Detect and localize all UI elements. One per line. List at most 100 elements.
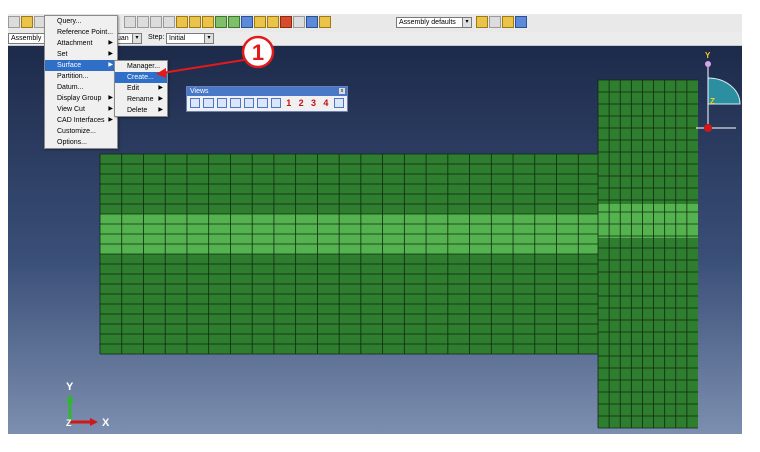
view-preset-3[interactable]: 3	[309, 98, 318, 108]
dropdown-icon[interactable]	[489, 16, 501, 28]
submenu-arrow-icon: ▶	[158, 107, 163, 113]
view-icon[interactable]	[189, 16, 201, 28]
submenu-arrow-icon: ▶	[108, 106, 113, 112]
top-view-icon[interactable]	[216, 98, 228, 108]
submenu-arrow-icon: ▶	[108, 95, 113, 101]
redo-icon[interactable]	[293, 16, 305, 28]
zoom-icon[interactable]	[163, 16, 175, 28]
tools-menu-item-partition[interactable]: Partition...	[45, 71, 117, 82]
triad-x-arrow	[90, 418, 98, 426]
menu-item-label: Surface	[57, 62, 82, 69]
render-icon[interactable]	[202, 16, 214, 28]
menu-item-label: Reference Point...	[57, 29, 114, 36]
menu-item-label: CAD Interfaces	[57, 117, 105, 124]
triad-z-label: Z	[66, 418, 72, 428]
menu-item-label: Options...	[57, 139, 87, 146]
tools-menu-item-attachment[interactable]: Attachment ▶	[45, 38, 117, 49]
assembly-icon[interactable]	[21, 16, 33, 28]
display-icon[interactable]	[267, 16, 279, 28]
tools-menu-item-options[interactable]: Options...	[45, 137, 117, 148]
rotate-icon[interactable]	[150, 16, 162, 28]
mini-triad-point-origin	[704, 124, 712, 132]
pointer-icon[interactable]	[319, 16, 331, 28]
menu-item-label: Datum...	[57, 84, 84, 91]
mini-triad-z-label: Z	[710, 97, 715, 106]
toolbar-right-icons	[124, 16, 331, 30]
tools-menu-item-reference-point[interactable]: Reference Point...	[45, 27, 117, 38]
iso-view-icon[interactable]	[270, 98, 282, 108]
layout-icon[interactable]	[502, 16, 514, 28]
info-icon[interactable]	[241, 16, 253, 28]
flange-highlight-band	[598, 204, 698, 238]
step-label: Step:	[148, 34, 165, 41]
chevron-down-icon: ▾	[132, 34, 141, 43]
mini-triad-point-top	[705, 61, 711, 67]
model-value: uan	[117, 35, 129, 42]
undo-icon[interactable]	[280, 16, 292, 28]
color-icon[interactable]	[215, 16, 227, 28]
render-style-select[interactable]: Assembly defaults ▾	[396, 17, 472, 28]
menu-item-label: Attachment	[57, 40, 93, 47]
views-title: Views	[190, 88, 209, 95]
submenu-arrow-icon: ▶	[158, 85, 163, 91]
tools-menu-item-datum[interactable]: Datum...	[45, 82, 117, 93]
menu-item-label: Delete	[127, 107, 148, 114]
tools-menu-item-query[interactable]: Query...	[45, 16, 117, 27]
menu-item-label: Customize...	[57, 128, 96, 135]
surface-menu-item-create[interactable]: Create...	[115, 72, 167, 83]
left-view-icon[interactable]	[243, 98, 255, 108]
toolbar-left-icons	[8, 16, 46, 30]
menu-item-label: View Cut	[57, 106, 85, 113]
module-icon[interactable]	[8, 16, 20, 28]
surface-menu-item-edit[interactable]: Edit ▶	[115, 83, 167, 94]
translucency-icon[interactable]	[254, 16, 266, 28]
tools-menu: Query... Reference Point... Attachment ▶ Set…	[44, 15, 118, 149]
submenu-arrow-icon: ▶	[158, 96, 163, 102]
menu-item-label: Query...	[57, 18, 82, 25]
csys-icon[interactable]	[306, 16, 318, 28]
menu-item-label: Create...	[127, 74, 154, 81]
pan-icon[interactable]	[137, 16, 149, 28]
menu-item-label: Display Group	[57, 95, 102, 102]
tools-menu-item-surface[interactable]: Surface ▶	[45, 60, 117, 71]
chevron-down-icon: ▾	[204, 34, 213, 43]
module-value: Assembly	[11, 35, 42, 42]
triad-y-label: Y	[66, 381, 74, 393]
views-toolbar: Views x 1234	[186, 86, 348, 112]
tools-menu-item-display-group[interactable]: Display Group ▶	[45, 93, 117, 104]
submenu-arrow-icon: ▶	[108, 117, 113, 123]
right-view-icon[interactable]	[257, 98, 268, 108]
color-code-icon[interactable]	[476, 16, 488, 28]
submenu-arrow-icon: ▶	[108, 51, 113, 57]
model-select[interactable]: uan ▾	[114, 33, 142, 44]
submenu-arrow-icon: ▶	[108, 62, 113, 68]
view-preset-1[interactable]: 1	[284, 98, 293, 108]
step-select[interactable]: Initial ▾	[166, 33, 214, 44]
bottom-view-icon[interactable]	[230, 98, 241, 108]
mini-triad: Y Z	[696, 51, 741, 132]
back-view-icon[interactable]	[203, 98, 214, 108]
view-preset-4[interactable]: 4	[321, 98, 330, 108]
select-icon[interactable]	[124, 16, 136, 28]
close-icon[interactable]: x	[339, 88, 345, 94]
view-preset-2[interactable]: 2	[296, 98, 305, 108]
render-style-value: Assembly defaults	[399, 19, 456, 26]
surface-submenu: Manager... Create... Edit ▶ Rename ▶ Delete ▶	[114, 60, 168, 117]
view-triad-icon[interactable]	[333, 98, 344, 108]
tools-menu-item-cad-interfaces[interactable]: CAD Interfaces ▶	[45, 115, 117, 126]
surface-menu-item-rename[interactable]: Rename ▶	[115, 94, 167, 105]
surface-menu-item-delete[interactable]: Delete ▶	[115, 105, 167, 116]
front-view-icon[interactable]	[190, 98, 201, 108]
grid-icon[interactable]	[515, 16, 527, 28]
module-select[interactable]: Assembly	[8, 33, 46, 44]
tools-menu-item-customize[interactable]: Customize...	[45, 126, 117, 137]
surface-menu-item-manager[interactable]: Manager...	[115, 61, 167, 72]
step-value: Initial	[169, 35, 186, 42]
box-zoom-icon[interactable]	[176, 16, 188, 28]
shade-icon[interactable]	[228, 16, 240, 28]
tools-menu-item-view-cut[interactable]: View Cut ▶	[45, 104, 117, 115]
tools-menu-item-set[interactable]: Set ▶	[45, 49, 117, 60]
main-toolbar: Assembly defaults ▾	[8, 14, 742, 33]
menu-item-label: Manager...	[127, 63, 161, 70]
submenu-arrow-icon: ▶	[108, 40, 113, 46]
